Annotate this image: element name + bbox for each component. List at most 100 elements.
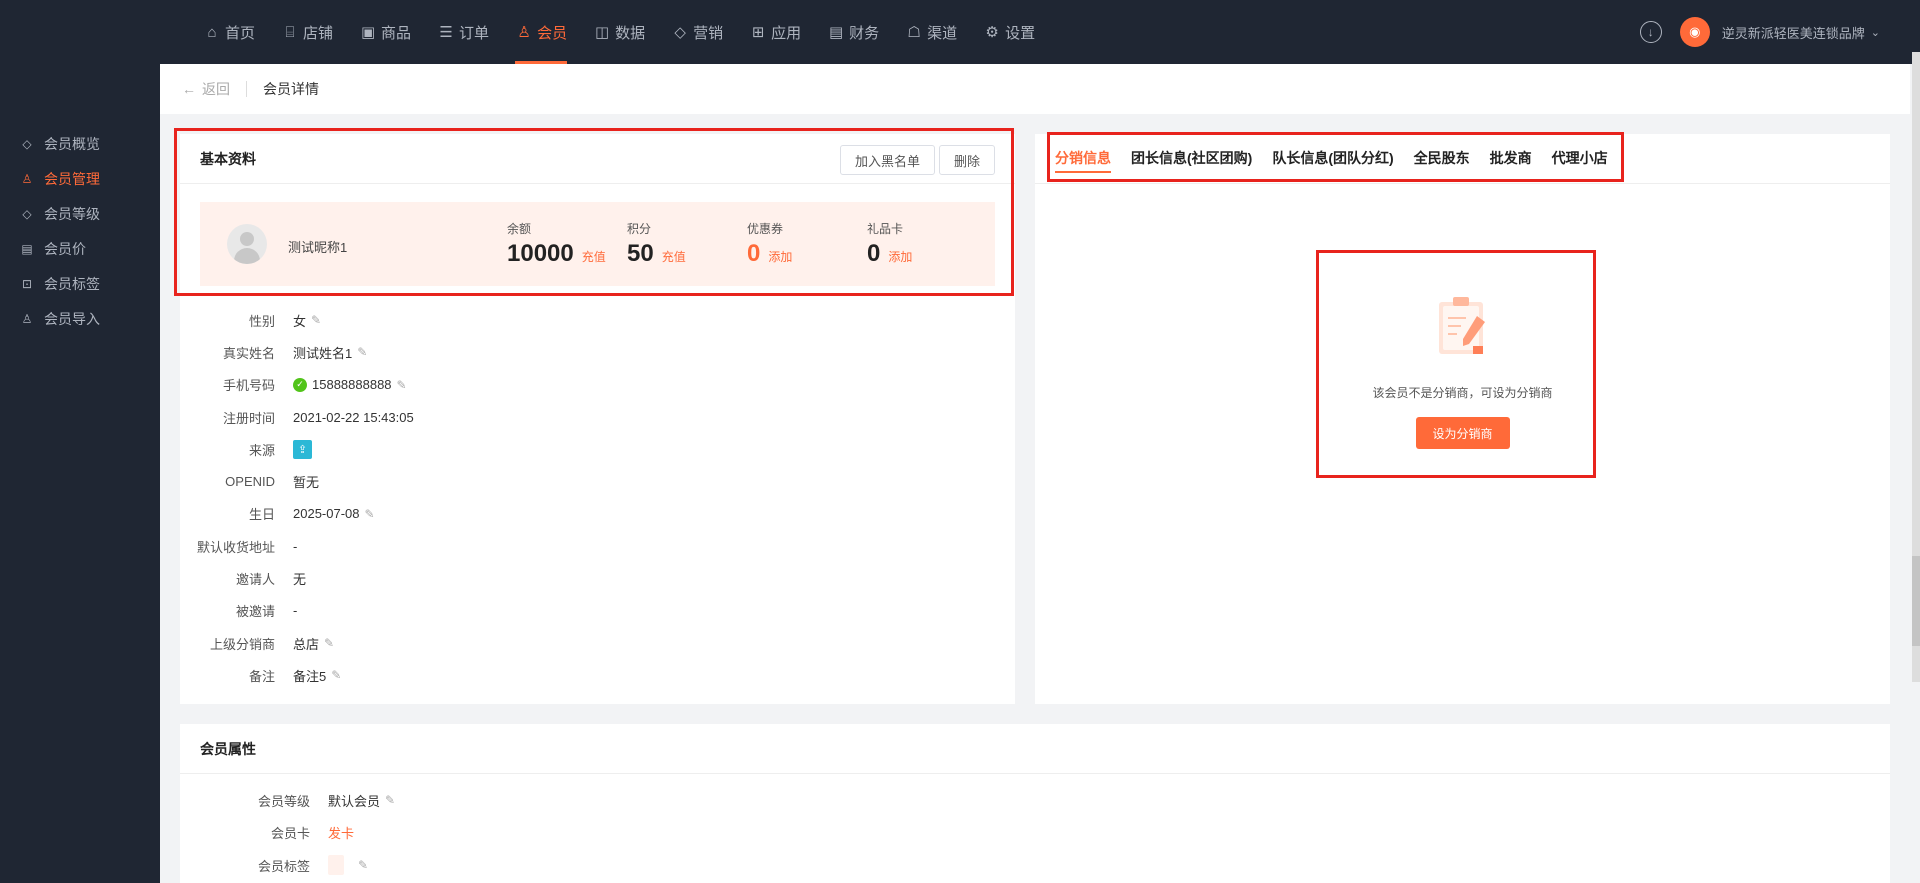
info-row: 真实姓名 测试姓名1 ✎ <box>180 336 1015 368</box>
info-value-wrap: 暂无 <box>293 472 319 491</box>
nav-item-6[interactable]: ◇ 营销 <box>658 0 736 64</box>
tab-3[interactable]: 全民股东 <box>1414 133 1470 183</box>
member-role-tabs: 分销信息 团长信息(社区团购) 队长信息(团队分红) 全民股东 批发商 代理小店 <box>1035 134 1890 184</box>
member-nickname: 测试昵称1 <box>288 240 348 255</box>
home-icon: ⌂ <box>207 23 217 41</box>
nav-item-3[interactable]: ☰ 订单 <box>424 0 502 64</box>
stat-3: 礼品卡 0 添加 <box>867 220 912 268</box>
edit-icon[interactable]: ✎ <box>357 345 367 359</box>
add-blacklist-button[interactable]: 加入黑名单 <box>839 145 935 175</box>
nav-item-2[interactable]: ▣ 商品 <box>346 0 424 64</box>
info-label: 性别 <box>248 313 275 329</box>
member-manage-icon: ♙ <box>21 171 33 186</box>
nav-item-4[interactable]: ♙ 会员 <box>502 0 580 64</box>
nav-item-5[interactable]: ◫ 数据 <box>580 0 658 64</box>
info-row: OPENID 暂无 <box>180 465 1015 497</box>
sidebar-item-5[interactable]: ♙ 会员导入 <box>0 301 160 336</box>
edit-icon[interactable]: ✎ <box>397 378 407 392</box>
tab-2[interactable]: 队长信息(团队分红) <box>1272 133 1393 183</box>
info-value-wrap: 女 ✎ <box>293 311 321 330</box>
issue-card-link[interactable]: 发卡 <box>328 823 354 842</box>
level-icon: ◇ <box>22 206 32 221</box>
sidebar-item-2[interactable]: ◇ 会员等级 <box>0 196 160 231</box>
nav-item-9[interactable]: ☖ 渠道 <box>892 0 970 64</box>
stat-value: 0 <box>747 240 761 267</box>
edit-icon[interactable]: ✎ <box>331 668 341 682</box>
nav-label: 应用 <box>771 24 802 42</box>
overview-icon: ◇ <box>22 136 32 151</box>
download-icon[interactable]: ↓ <box>1639 21 1662 43</box>
nav-item-10[interactable]: ⚙ 设置 <box>970 0 1048 64</box>
info-row: 被邀请 - <box>180 595 1015 627</box>
nav-item-1[interactable]: ⌸ 店铺 <box>268 0 346 64</box>
tag-icon: ⊡ <box>21 276 33 291</box>
info-label: 被邀请 <box>235 604 275 620</box>
edit-icon[interactable]: ✎ <box>365 507 375 521</box>
info-value: 无 <box>293 572 307 588</box>
stat-action-link[interactable]: 添加 <box>768 248 792 265</box>
sidebar-item-3[interactable]: ▤ 会员价 <box>0 231 160 266</box>
info-row: 来源 ⇪ <box>180 433 1015 465</box>
scrollbar-thumb[interactable] <box>1912 556 1920 646</box>
back-button[interactable]: ← 返回 <box>182 79 230 99</box>
attr-row-level: 会员等级 默认会员 ✎ <box>180 784 395 817</box>
tab-5[interactable]: 代理小店 <box>1552 133 1608 183</box>
wechat-source-icon: ⇪ <box>293 439 312 459</box>
info-value-wrap: 2021-02-22 15:43:05 <box>293 410 414 425</box>
edit-icon[interactable]: ✎ <box>358 858 368 872</box>
stat-action-link[interactable]: 添加 <box>888 248 912 265</box>
nav-label: 财务 <box>849 24 880 42</box>
info-value: 暂无 <box>293 475 320 491</box>
sidebar-item-1[interactable]: ♙ 会员管理 <box>0 161 160 196</box>
top-right-area: ↓ ◉ 逆灵新派轻医美连锁品牌 ⌄ <box>1639 0 1880 64</box>
nav-item-0[interactable]: ⌂ 首页 <box>190 0 268 64</box>
stat-action-link[interactable]: 充值 <box>582 248 606 265</box>
info-value: 2025-07-08 <box>293 506 360 522</box>
info-value-wrap: 总店 ✎ <box>293 634 334 653</box>
tag-placeholder <box>328 855 344 876</box>
info-value: 备注5 <box>293 668 327 684</box>
info-label: 生日 <box>248 507 275 523</box>
info-value-wrap: 无 <box>293 569 306 588</box>
edit-icon[interactable]: ✎ <box>311 313 321 327</box>
info-value-wrap: - <box>293 539 297 554</box>
info-row: 默认收货地址 - <box>180 530 1015 562</box>
tab-0[interactable]: 分销信息 <box>1055 133 1111 183</box>
chevron-down-icon[interactable]: ⌄ <box>1871 26 1880 39</box>
stat-row: 10000 充值 <box>507 240 606 268</box>
member-assets-panel: 测试昵称1 余额 10000 充值 积分 50 充值 优惠券 0 添加 礼品卡 0 添加 <box>200 202 995 286</box>
clipboard-icon <box>1433 294 1493 358</box>
stat-label: 优惠券 <box>747 222 784 236</box>
stat-row: 0 添加 <box>747 240 792 268</box>
edit-icon[interactable]: ✎ <box>324 636 334 650</box>
nav-item-8[interactable]: ▤ 财务 <box>814 0 892 64</box>
attr-row-tags: 会员标签 ✎ <box>180 849 395 882</box>
shop-avatar[interactable]: ◉ <box>1679 17 1710 47</box>
member-icon: ♙ <box>517 24 531 41</box>
set-distributor-button[interactable]: 设为分销商 <box>1415 417 1510 449</box>
nav-label: 会员 <box>537 24 568 42</box>
nav-label: 店铺 <box>303 24 334 42</box>
sidebar-item-4[interactable]: ⊡ 会员标签 <box>0 266 160 301</box>
info-value-wrap: - <box>293 603 297 618</box>
sidebar: ◇ 会员概览 ♙ 会员管理 ◇ 会员等级 ▤ 会员价 ⊡ 会员标签 ♙ 会员导入 <box>0 64 160 883</box>
stat-value: 50 <box>627 240 654 267</box>
shop-name[interactable]: 逆灵新派轻医美连锁品牌 <box>1722 23 1865 42</box>
info-row: 生日 2025-07-08 ✎ <box>180 498 1015 530</box>
info-label: 默认收货地址 <box>196 539 275 555</box>
stat-action-link[interactable]: 充值 <box>662 248 686 265</box>
delete-button[interactable]: 删除 <box>938 145 995 175</box>
stat-row: 50 充值 <box>627 240 686 268</box>
info-row: 性别 女 ✎ <box>180 304 1015 336</box>
tab-4[interactable]: 批发商 <box>1490 133 1532 183</box>
nav-item-7[interactable]: ⊞ 应用 <box>736 0 814 64</box>
stat-label: 余额 <box>507 222 532 236</box>
tab-1[interactable]: 团长信息(社区团购) <box>1131 133 1252 183</box>
main-content: ← 返回 会员详情 基本资料 加入黑名单 删除 测试昵称1 余额 10000 充值 积分… <box>160 64 1920 883</box>
finance-icon: ▤ <box>829 24 844 41</box>
edit-icon[interactable]: ✎ <box>385 793 395 807</box>
info-value: 2021-02-22 15:43:05 <box>293 409 414 425</box>
info-value: - <box>293 538 298 554</box>
sidebar-item-0[interactable]: ◇ 会员概览 <box>0 126 160 161</box>
info-value: 15888888888 <box>312 377 392 393</box>
